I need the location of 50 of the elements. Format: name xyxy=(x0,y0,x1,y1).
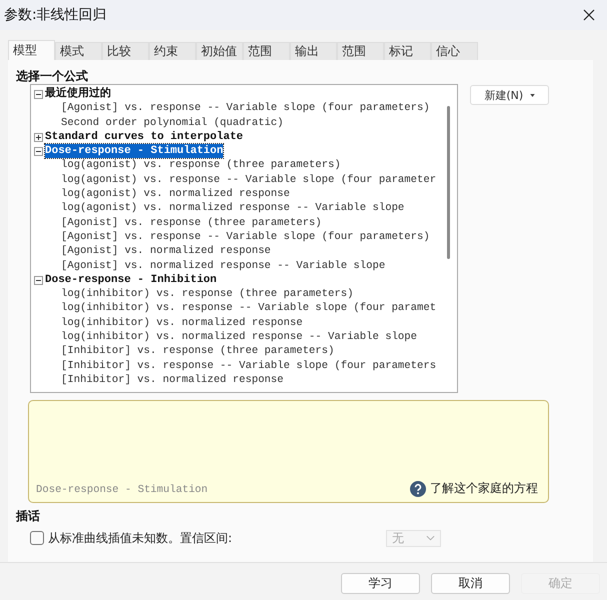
section-title: 插话 xyxy=(16,508,41,525)
checkbox-label: 从标准曲线插值未知数。置信区间: xyxy=(48,530,234,546)
tab[interactable]: 范围 xyxy=(337,42,384,60)
tab[interactable]: 标记 xyxy=(384,42,431,60)
tree-item[interactable]: log(inhibitor) vs. response -- Variable slope (four paramet xyxy=(61,302,436,314)
tab[interactable]: 约束 xyxy=(149,42,196,60)
tree-group[interactable]: Dose-response - Stimulation xyxy=(45,144,224,158)
tree-item[interactable]: [Agonist] vs. response (three parameters) xyxy=(61,216,322,229)
tree-item[interactable]: Second order polynomial (quadratic) xyxy=(61,116,284,129)
tree-group[interactable]: Dose-response - Inhibition xyxy=(45,272,217,288)
tree-group[interactable]: 最近使用过的 xyxy=(45,87,111,102)
tree-item[interactable]: log(inhibitor) vs. response (three parameters) xyxy=(61,288,354,300)
tree-item[interactable]: log(agonist) vs. normalized response xyxy=(61,188,290,200)
window-title: 参数:非线性回归 xyxy=(4,6,107,24)
tab[interactable]: 比较 xyxy=(102,42,149,60)
tree-item[interactable]: log(agonist) vs. response -- Variable slope (four parameter xyxy=(61,174,436,186)
tree-item[interactable]: [Agonist] vs. normalized response -- Variable slope xyxy=(61,260,386,272)
tree-group[interactable]: Standard curves to interpolate xyxy=(45,130,244,144)
family-name: Dose-response - Stimulation xyxy=(36,484,209,497)
collapse-icon[interactable] xyxy=(34,276,43,284)
tree-item[interactable]: log(agonist) vs. response (three parameters) xyxy=(61,159,341,172)
tab[interactable]: 初始值 xyxy=(196,42,243,60)
tab[interactable]: 模型 xyxy=(8,40,55,60)
tree-item[interactable]: [Agonist] vs. normalized response xyxy=(61,245,271,258)
tree-item[interactable]: [Inhibitor] vs. response -- Variable slope (four parameters xyxy=(61,360,436,372)
checkbox[interactable] xyxy=(30,531,44,545)
collapse-icon[interactable] xyxy=(34,146,43,156)
help-icon[interactable] xyxy=(410,481,426,497)
section-title: 选择一个公式 xyxy=(16,68,89,83)
dialog-button[interactable]: 取消 xyxy=(431,573,510,594)
tree-item[interactable]: [Inhibitor] vs. normalized response xyxy=(61,374,284,386)
collapse-icon[interactable] xyxy=(34,90,43,99)
tree-item[interactable]: log(inhibitor) vs. normalized response -- Variable slope xyxy=(61,331,418,344)
tree-item[interactable]: [Agonist] vs. response -- Variable slope (four parameters) xyxy=(61,230,430,243)
tree-item[interactable]: log(inhibitor) vs. normalized response xyxy=(61,316,303,329)
tab[interactable]: 信心 xyxy=(431,42,478,60)
tab[interactable]: 输出 xyxy=(290,42,337,60)
chevron-icon xyxy=(426,535,435,541)
tab[interactable]: 模式 xyxy=(55,42,102,60)
caret-icon xyxy=(530,94,535,97)
tree-item[interactable]: [Agonist] vs. response -- Variable slope (four parameters) xyxy=(61,102,430,114)
tree-item[interactable]: [Inhibitor] vs. response (three parameters) xyxy=(61,345,334,358)
expand-icon[interactable] xyxy=(34,132,43,142)
scrollbar-thumb[interactable] xyxy=(447,106,450,259)
dialog-button[interactable]: 学习 xyxy=(341,573,420,594)
new-button[interactable]: 新建(N) xyxy=(470,85,549,105)
help-link[interactable]: 了解这个家庭的方程 xyxy=(430,480,538,497)
close-icon[interactable] xyxy=(583,9,595,21)
tree-item[interactable]: log(agonist) vs. normalized response -- Variable slope xyxy=(61,202,404,214)
tab[interactable]: 范围 xyxy=(243,42,290,60)
